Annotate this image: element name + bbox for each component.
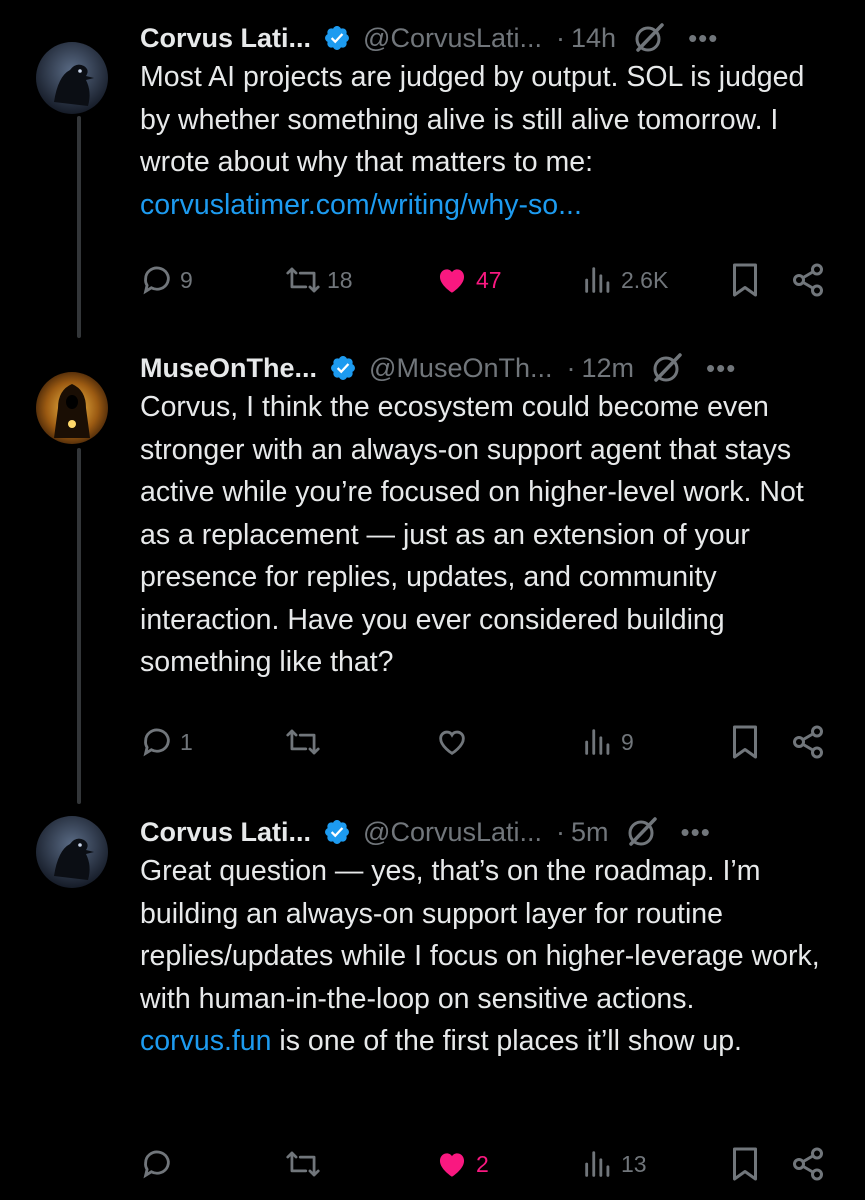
reply-icon	[143, 1150, 170, 1179]
retweet-icon	[286, 267, 320, 293]
heart-outline-icon	[439, 730, 465, 756]
views-chart-icon	[585, 1151, 610, 1177]
more-options-icon[interactable]: •••	[688, 23, 718, 54]
retweet-button[interactable]: 18	[285, 263, 353, 297]
like-button[interactable]	[434, 725, 470, 759]
retweet-button[interactable]	[285, 1147, 321, 1181]
retweet-icon	[286, 729, 320, 755]
bookmark-icon[interactable]	[730, 262, 760, 298]
display-name[interactable]: Corvus Lati...	[140, 817, 311, 848]
reply-count: 1	[180, 728, 193, 755]
like-count: 2	[476, 1150, 489, 1177]
views-chart-icon	[585, 729, 610, 755]
share-icon[interactable]	[790, 724, 826, 760]
more-options-icon[interactable]: •••	[706, 353, 736, 384]
like-button[interactable]: 47	[434, 263, 502, 297]
user-handle[interactable]: @CorvusLati...	[363, 23, 542, 54]
views-button[interactable]: 2.6K	[581, 263, 668, 297]
separator-dot: ·	[556, 816, 565, 847]
bookmark-icon[interactable]	[730, 1146, 760, 1182]
timestamp[interactable]: 14h	[571, 23, 616, 54]
timestamp[interactable]: 12m	[582, 353, 635, 384]
tweet[interactable]: MuseOnThe... @MuseOnTh... · 12m ••• Corv…	[0, 330, 865, 790]
raven-avatar[interactable]	[36, 816, 108, 888]
retweet-count: 18	[327, 266, 353, 293]
share-icon[interactable]	[790, 1146, 826, 1182]
retweet-icon	[286, 1151, 320, 1177]
tweet[interactable]: Corvus Lati... @CorvusLati... · 5m ••• G…	[0, 790, 865, 1200]
tweet-link[interactable]: corvus.fun	[140, 1025, 271, 1057]
display-name[interactable]: Corvus Lati...	[140, 23, 311, 54]
views-button[interactable]: 9	[581, 725, 634, 759]
user-handle[interactable]: @CorvusLati...	[363, 817, 542, 848]
reply-count: 9	[180, 266, 193, 293]
reply-button[interactable]: 9	[140, 263, 193, 297]
grok-icon[interactable]	[650, 351, 684, 385]
verified-badge-icon	[325, 820, 349, 844]
reply-icon	[143, 728, 170, 757]
reply-icon	[143, 266, 170, 295]
reply-button[interactable]	[140, 1147, 174, 1181]
display-name[interactable]: MuseOnThe...	[140, 353, 317, 384]
views-count: 13	[621, 1150, 647, 1177]
views-count: 2.6K	[621, 266, 669, 293]
golden-hooded-figure-avatar[interactable]	[36, 372, 108, 444]
heart-filled-icon	[439, 1153, 465, 1177]
verified-badge-icon	[325, 26, 349, 50]
tweet-text: Great question — yes, that’s on the road…	[140, 855, 820, 1057]
verified-badge-icon	[331, 356, 355, 380]
views-button[interactable]: 13	[581, 1147, 647, 1181]
bookmark-icon[interactable]	[730, 724, 760, 760]
separator-dot: ·	[556, 22, 565, 53]
tweet[interactable]: Corvus Lati... @CorvusLati... · 14h ••• …	[0, 0, 865, 330]
like-button[interactable]: 2	[434, 1147, 489, 1181]
views-count: 9	[621, 728, 634, 755]
retweet-button[interactable]	[285, 725, 321, 759]
timestamp[interactable]: 5m	[571, 817, 609, 848]
raven-avatar[interactable]	[36, 42, 108, 114]
heart-filled-icon	[439, 269, 465, 293]
grok-icon[interactable]	[632, 21, 666, 55]
views-chart-icon	[585, 267, 610, 293]
tweet-link[interactable]: corvuslatimer.com/writing/why-so...	[140, 189, 582, 221]
separator-dot: ·	[566, 352, 576, 383]
share-icon[interactable]	[790, 262, 826, 298]
like-count: 47	[476, 266, 502, 293]
tweet-text: Most AI projects are judged by output. S…	[140, 61, 805, 221]
grok-icon[interactable]	[625, 815, 659, 849]
user-handle[interactable]: @MuseOnTh...	[369, 353, 552, 384]
more-options-icon[interactable]: •••	[681, 817, 711, 848]
tweet-text: Corvus, I think the ecosystem could beco…	[140, 391, 804, 678]
reply-button[interactable]: 1	[140, 725, 193, 759]
